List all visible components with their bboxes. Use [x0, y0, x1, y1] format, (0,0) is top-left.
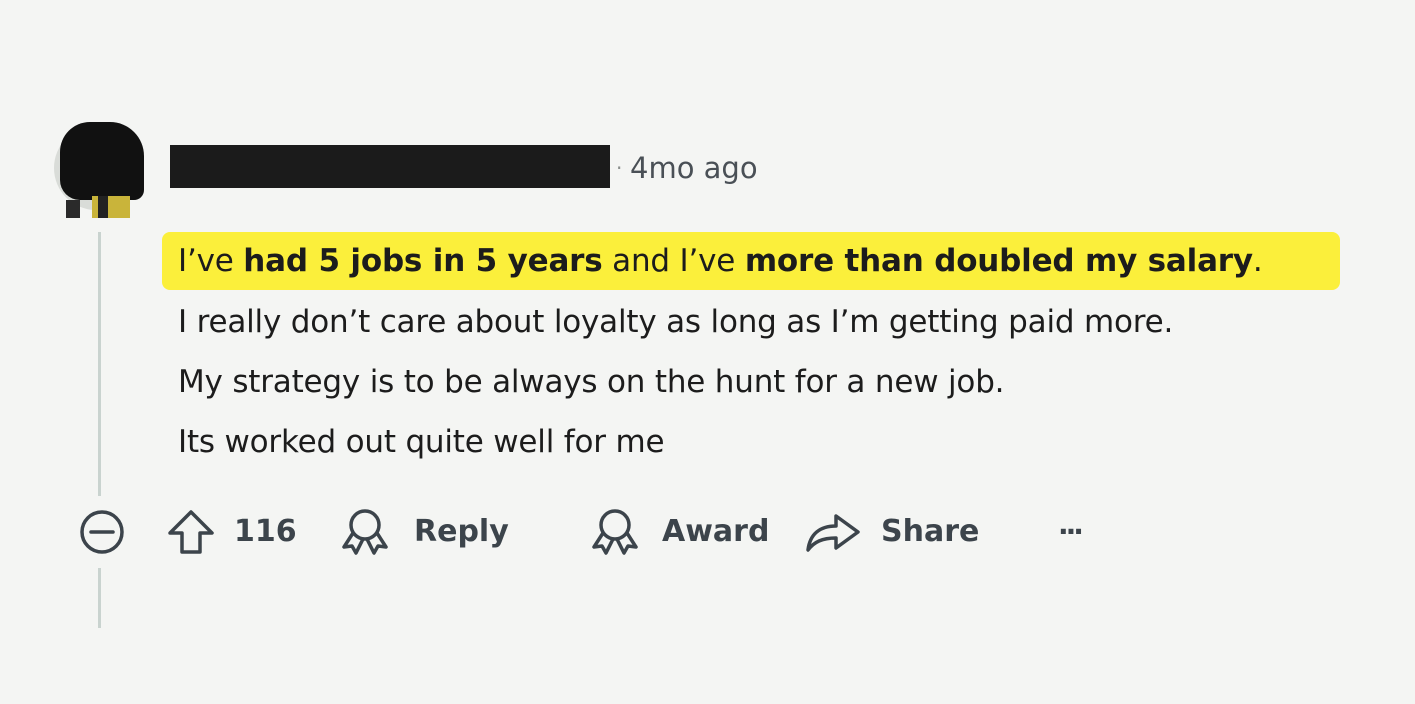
award-label: Award — [662, 514, 770, 549]
share-button[interactable]: Share — [804, 508, 979, 556]
comment-line-highlighted: I’ve had 5 jobs in 5 years and I’ve more… — [162, 232, 1340, 290]
award-button[interactable]: Award — [588, 508, 769, 556]
award-icon — [588, 507, 642, 557]
reply-label: Reply — [414, 514, 509, 549]
share-arrow-icon — [804, 508, 862, 556]
username-redacted[interactable] — [170, 145, 610, 188]
comment-text: I really don’t care about loyalty as lon… — [178, 304, 1174, 340]
thread-line-lower[interactable] — [98, 568, 101, 628]
comment-text: I’ve — [178, 243, 244, 279]
share-label: Share — [881, 514, 980, 549]
comment-ribbon-icon — [338, 507, 392, 557]
collapse-button[interactable] — [78, 508, 126, 556]
comment-text: and I’ve — [602, 243, 745, 279]
comment-text: . — [1252, 243, 1263, 279]
vote-count: 116 — [234, 508, 297, 556]
minus-circle-icon — [78, 508, 126, 556]
thread-line[interactable] — [98, 232, 101, 496]
comment-text-bold: more than doubled my salary — [744, 243, 1253, 279]
more-options-button[interactable]: ··· — [1058, 508, 1084, 556]
ellipsis-icon: ··· — [1058, 515, 1084, 548]
comment-line: Its worked out quite well for me — [162, 412, 1362, 472]
reply-button[interactable]: Reply — [338, 508, 509, 556]
comment-body: I’ve had 5 jobs in 5 years and I’ve more… — [162, 232, 1362, 472]
avatar-redaction — [60, 122, 144, 200]
comment-text: My strategy is to be always on the hunt … — [178, 364, 1005, 400]
avatar-redaction-pixel — [66, 200, 80, 218]
meta-separator: · — [616, 156, 623, 180]
comment-actions: 116 Reply Award Share ··· — [0, 500, 1200, 564]
comment-timestamp[interactable]: 4mo ago — [630, 148, 758, 188]
comment-line: My strategy is to be always on the hunt … — [162, 352, 1362, 412]
comment-text: Its worked out quite well for me — [178, 424, 665, 460]
vote-count-label: 116 — [234, 514, 297, 549]
comment-text-bold: had 5 jobs in 5 years — [243, 243, 603, 279]
upvote-button[interactable] — [166, 508, 216, 556]
avatar-redaction-pixel — [98, 196, 108, 218]
avatar[interactable] — [52, 110, 148, 218]
comment-line: I really don’t care about loyalty as lon… — [162, 292, 1362, 352]
arrow-up-icon — [166, 508, 216, 556]
